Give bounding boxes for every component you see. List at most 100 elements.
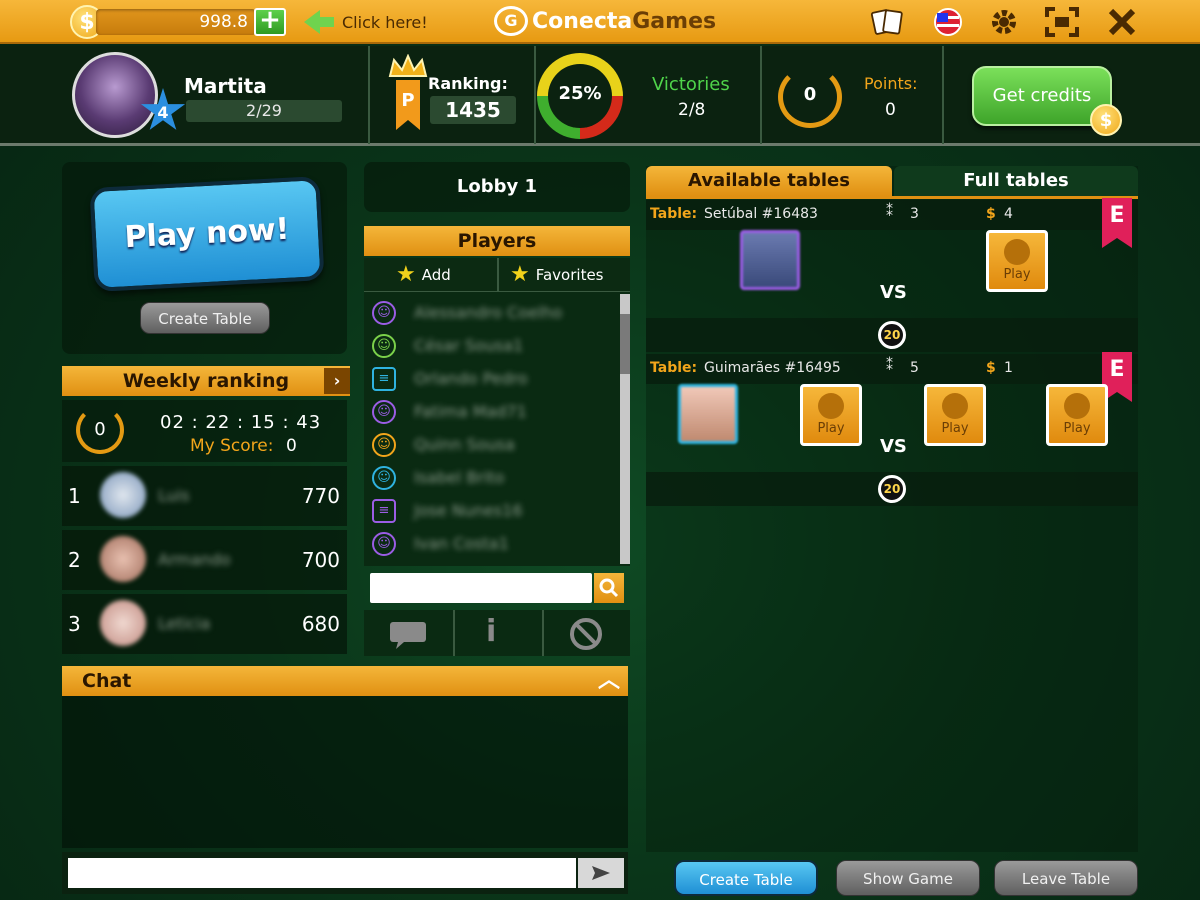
person-icon [1064,393,1090,419]
favorites-button[interactable]: ★ Favorites [510,262,604,287]
divider [542,610,544,656]
ranking-row[interactable]: 2 Armando 700 [62,530,347,590]
list-item[interactable]: ☺ Alessandro Coelho [372,296,562,329]
timer-icon: 20 [878,321,906,349]
search-button[interactable] [594,573,624,603]
play-now-button[interactable]: Play now! [89,176,325,292]
divider [534,46,536,144]
chevron-up-icon[interactable]: ︿ [594,668,624,694]
level-progress-bar: 2/29 [186,100,342,122]
leave-table-label: Leave Table [1021,870,1111,888]
list-item[interactable]: ☺ Quinn Sousa [372,428,515,461]
play-seat-button[interactable]: Play [1046,384,1108,446]
person-icon [818,393,844,419]
my-score-label: My Score: [190,436,274,456]
win-rate-text: 25% [558,83,602,104]
create-table-label: Create Table [699,871,793,889]
players-count-icon: ⁑ [886,358,893,374]
smile-icon: ☺ [372,465,396,490]
list-item[interactable]: ≡ Jose Nunes16 [372,494,523,527]
players-title: Players [457,230,537,252]
send-icon [592,866,610,880]
chat-input[interactable] [68,858,576,888]
player-item-name: Jose Nunes16 [414,501,523,520]
person-icon [942,393,968,419]
language-flag-icon[interactable] [930,6,966,38]
divider [942,46,944,144]
close-icon[interactable] [1104,6,1140,38]
info-icon[interactable]: i [486,614,496,649]
send-button[interactable] [578,858,624,888]
players-header: Players [364,226,630,256]
player-item-name: César Sousa1 [414,336,524,355]
player-item-name: Ivan Costa1 [414,534,509,553]
avatar [100,600,146,646]
create-table-button[interactable]: Create Table [674,860,818,896]
coin-icon: $ [1090,104,1122,136]
player-seat-avatar[interactable] [740,230,800,290]
player-seat-avatar[interactable] [678,384,738,444]
weekly-badge-value: 0 [94,419,106,440]
chevron-right-icon[interactable]: › [324,368,350,394]
table-label: Table: [650,360,698,376]
table-players-count: 3 [910,206,919,222]
divider [497,258,499,292]
dollar-icon: $ [986,360,996,376]
timer-value: 20 [883,328,901,342]
chat-bubble-icon[interactable] [388,620,428,654]
fullscreen-icon[interactable] [1044,6,1080,38]
ranking-row[interactable]: 1 Luis 770 [62,466,347,526]
tab-available-tables[interactable]: Available tables [646,166,892,196]
lobby-title: Lobby 1 [364,162,630,212]
table-stake: 1 [1004,360,1013,376]
my-score-value: 0 [286,436,297,456]
svg-text:P: P [401,90,414,111]
laurel-icon: 0 [76,406,124,454]
list-item[interactable]: ☺ Isabel Brito [372,461,504,494]
list-item[interactable]: ≡ Orlando Pedro [372,362,528,395]
players-scrollbar[interactable] [620,294,630,564]
ranking-name: Armando [158,550,231,569]
create-table-button[interactable]: Create Table [140,302,270,334]
ranking-value: 1435 [430,96,516,124]
person-icon [1004,239,1030,265]
play-seat-label: Play [941,421,969,436]
table-row[interactable]: Table: Guimarães #16495 ⁑ 5 $ 1 [646,354,1138,384]
settings-gear-icon[interactable] [986,6,1022,38]
show-game-button[interactable]: Show Game [836,860,980,896]
points-label: Points: [864,74,918,93]
play-seat-button[interactable]: Play [924,384,986,446]
click-here-link[interactable]: Click here! [304,10,428,34]
list-item[interactable]: ☺ César Sousa1 [372,329,523,362]
add-player-button[interactable]: ★ Add [396,262,451,287]
cards-icon[interactable] [870,6,906,38]
list-item[interactable]: ☺ Fatima Mad71 [372,395,527,428]
ranking-row[interactable]: 3 Leticia 680 [62,594,347,654]
credits-balance: 998.8 [96,9,256,35]
rank-number: 3 [68,612,81,636]
ranking-score: 770 [301,484,340,508]
crown-ribbon-icon: P [386,53,430,134]
player-item-name: Quinn Sousa [414,435,515,454]
tab-full-tables[interactable]: Full tables [894,166,1138,196]
block-icon[interactable] [568,616,604,656]
play-seat-button[interactable]: Play [986,230,1048,292]
divider [368,46,370,144]
laurel-value: 0 [803,84,817,105]
victories-label: Victories [652,74,730,95]
player-search-input[interactable] [370,573,592,603]
star-icon: ★ [510,262,530,287]
list-item[interactable]: ☺ Ivan Costa1 [372,527,509,560]
add-credits-button[interactable]: + [254,7,286,36]
avatar [100,472,146,518]
arrow-left-icon [304,10,334,34]
badge-letter: E [1109,203,1125,228]
leave-table-button[interactable]: Leave Table [994,860,1138,896]
dollar-icon: $ [986,206,996,222]
victories-value: 2/8 [678,100,706,120]
table-row[interactable]: Table: Setúbal #16483 ⁑ 3 $ 4 [646,200,1138,230]
play-seat-button[interactable]: Play [800,384,862,446]
weekly-ranking-title: Weekly ranking [122,370,290,392]
level-progress-text: 2/29 [246,101,282,120]
avatar[interactable] [72,52,158,138]
